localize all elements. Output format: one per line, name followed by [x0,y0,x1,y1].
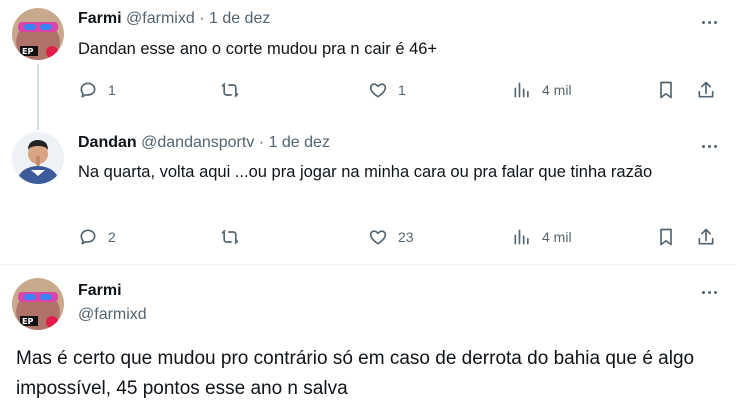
bookmark-icon [660,228,672,246]
retweet-icon [221,82,239,98]
thread-line [37,64,39,120]
tweet-text: Dandan esse ano o corte mudou pra n cair… [78,40,438,58]
avatar-farmi[interactable]: EP [12,8,64,60]
like-count: 23 [398,229,414,245]
share-button[interactable] [696,226,716,248]
more-options-icon[interactable] [698,14,720,30]
bar-chart-icon [514,82,529,98]
avatar-image: EP [12,278,64,330]
separator: · [258,134,265,151]
svg-text:EP: EP [22,317,33,326]
tweet-header: Dandan @dandansportv · 1 de dez [78,134,330,152]
avatar-dandan[interactable] [12,132,64,184]
tweet-3-focused[interactable]: EP Farmi @farmixd Mas é certo que mudou … [0,264,736,416]
like-count: 1 [398,82,406,98]
tweet-1[interactable]: EP Farmi @farmixd · 1 de dez Dandan esse… [0,0,736,120]
bookmark-icon [660,81,672,99]
bar-chart-icon [514,229,529,245]
separator: · [199,10,205,27]
avatar-image [12,132,64,184]
retweet-button[interactable] [220,226,240,248]
svg-text:EP: EP [22,47,33,56]
reply-button[interactable]: 1 [78,79,116,101]
thread-line [37,120,39,130]
display-name[interactable]: Farmi [78,282,147,300]
share-icon [698,81,714,98]
more-options-icon[interactable] [698,284,720,300]
reply-count: 2 [108,229,116,245]
user-handle[interactable]: @farmixd [126,10,195,27]
avatar-image: EP [12,8,64,60]
reply-icon [80,82,96,98]
view-count: 4 mil [542,82,572,98]
view-count: 4 mil [542,229,572,245]
more-options-icon[interactable] [698,138,720,154]
tweet-2[interactable]: Dandan @dandansportv · 1 de dez Na quart… [0,120,736,264]
like-button[interactable]: 1 [368,79,406,101]
user-handle[interactable]: @farmixd [78,306,147,324]
views-button[interactable]: 4 mil [512,226,572,248]
like-button[interactable]: 23 [368,226,414,248]
reply-icon [80,229,96,245]
share-button[interactable] [696,79,716,101]
retweet-button[interactable] [220,79,240,101]
tweet-header: Farmi @farmixd · 1 de dez [78,10,270,28]
heart-icon [369,83,387,98]
heart-icon [369,230,387,245]
retweet-icon [221,229,239,245]
tweet-header: Farmi @farmixd [78,282,147,324]
action-bar: 2 23 4 mil [78,226,716,248]
reply-button[interactable]: 2 [78,226,116,248]
action-bar: 1 1 4 mil [78,79,716,101]
bookmark-button[interactable] [656,226,676,248]
tweet-date[interactable]: 1 de dez [209,10,270,27]
display-name[interactable]: Dandan [78,134,137,151]
display-name[interactable]: Farmi [78,10,122,27]
user-handle[interactable]: @dandansportv [141,134,254,151]
tweet-text: Mas é certo que mudou pro contrário só e… [16,348,695,399]
avatar-farmi[interactable]: EP [12,278,64,330]
tweet-text: Na quarta, volta aqui ...ou pra jogar na… [78,163,653,181]
tweet-date[interactable]: 1 de dez [269,134,330,151]
bookmark-button[interactable] [656,79,676,101]
reply-count: 1 [108,82,116,98]
views-button[interactable]: 4 mil [512,79,572,101]
share-icon [698,228,714,245]
